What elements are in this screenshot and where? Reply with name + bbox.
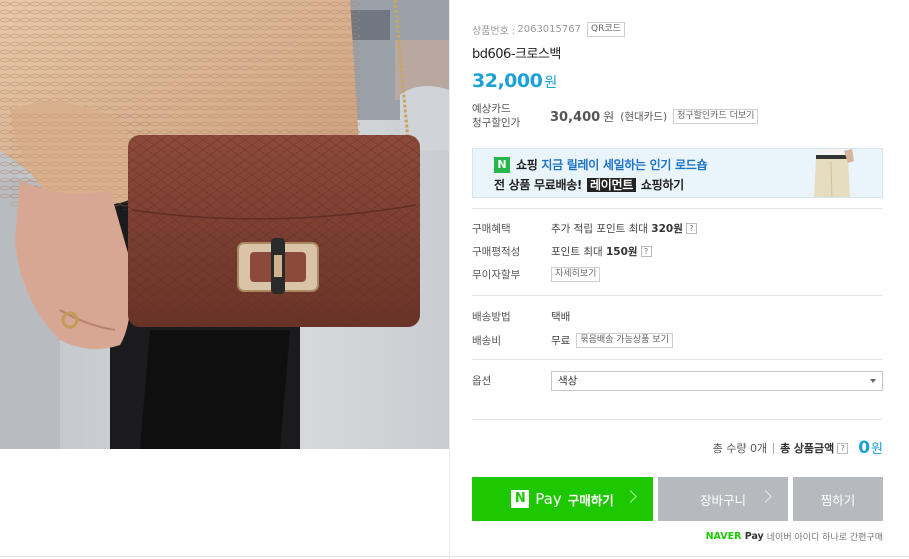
card-discount-label-line1: 예상카드 — [472, 103, 511, 115]
help-icon[interactable]: ? — [837, 442, 849, 454]
card-discount-label: 예상카드 청구할인가 — [472, 102, 550, 130]
total-summary: 총 수량 0개 총 상품금액 ? 0원 — [713, 438, 883, 458]
price-unit: 원 — [544, 75, 557, 91]
card-name: (현대카드) — [620, 110, 668, 123]
option-key: 옵션 — [472, 375, 492, 387]
promo-banner[interactable]: N 쇼핑 지금 릴레이 세일하는 인기 로드숍 전 상품 무료배송! 레이먼트 … — [472, 148, 883, 198]
total-amount-label: 상품금액 — [793, 442, 835, 455]
naver-pay-buy-button[interactable]: N Pay 구매하기 — [472, 477, 653, 521]
naver-pay-n-icon: N — [511, 490, 530, 508]
banner-line2-text: 전 상품 무료배송! — [494, 178, 583, 192]
naver-pay-footer-text: 네이버 아이디 하나로 간편구매 — [766, 533, 883, 543]
installment-detail-button[interactable]: 자세히보기 — [551, 267, 601, 282]
shipping-fee-row: 배송비 무료 묶음배송 가능상품 보기 — [472, 333, 673, 348]
divider — [472, 419, 883, 420]
naver-logo-icon: N — [494, 157, 510, 173]
buy-label: 구매하기 — [567, 492, 614, 508]
banner-line1: 쇼핑 지금 릴레이 세일하는 인기 로드숍 — [516, 156, 708, 173]
total-amount-value: 0 — [858, 438, 871, 458]
shipping-fee-key: 배송비 — [472, 335, 501, 347]
product-number-row: 상품번호 : 2063015767 QR코드 — [472, 22, 625, 37]
option-selected-value: 색상 — [558, 375, 578, 387]
benefit-text: 추가 적립 포인트 최대 — [551, 223, 648, 235]
product-number-label: 상품번호 : — [472, 26, 516, 37]
divider — [472, 208, 883, 209]
shipping-method-key: 배송방법 — [472, 311, 511, 323]
installment-key: 무이자할부 — [472, 269, 521, 281]
help-icon[interactable]: ? — [685, 223, 697, 234]
card-discount-price-value: 30,400 — [550, 109, 601, 125]
total-amount-unit: 원 — [871, 442, 883, 457]
total-qty-label: 총 수량 — [712, 442, 747, 455]
divider — [472, 295, 883, 296]
banner-line2: 전 상품 무료배송! 레이먼트 쇼핑하기 — [494, 176, 684, 193]
banner-brand: 레이먼트 — [587, 178, 636, 192]
shipping-method-value: 택배 — [551, 311, 571, 323]
naver-logo-text: NAVER — [705, 531, 742, 542]
card-discount-label-line2: 청구할인가 — [472, 117, 521, 129]
card-discount-price: 30,400 원 — [550, 108, 614, 125]
benefit-amount: 320원 — [651, 223, 683, 235]
naver-pay-footer: NAVER Pay 네이버 아이디 하나로 간편구매 — [706, 530, 883, 543]
total-qty: 0개 — [749, 442, 768, 455]
installment-row: 무이자할부 자세히보기 — [472, 267, 601, 282]
benefit-amount: 150원 — [605, 246, 638, 258]
total-prefix: 총 — [780, 442, 791, 455]
total-amount: 0원 — [858, 438, 883, 458]
product-image — [0, 0, 449, 449]
card-discount-more-button[interactable]: 청구할인카드 더보기 — [673, 108, 759, 124]
separator — [773, 442, 775, 454]
price-value: 32,000 — [472, 70, 543, 92]
add-to-cart-button[interactable]: 장바구니 — [658, 477, 788, 521]
chevron-right-icon — [759, 490, 772, 503]
shipping-method-row: 배송방법 택배 — [472, 309, 570, 324]
benefit-value: 추가 적립 포인트 최대 320원 — [551, 221, 683, 236]
benefit-text: 포인트 최대 — [551, 246, 603, 258]
panel-divider — [449, 0, 450, 559]
bottom-divider — [0, 556, 909, 557]
naver-pay-logo: NAVER Pay — [706, 531, 764, 542]
shipping-fee-value: 무료 — [551, 335, 571, 347]
benefit-key: 구매평적성 — [472, 246, 521, 258]
card-discount-price-unit: 원 — [603, 109, 615, 124]
benefit-row-review: 구매평적성 포인트 최대 150원 ? — [472, 244, 652, 259]
chevron-right-icon — [624, 490, 637, 503]
qr-code-button[interactable]: QR코드 — [586, 22, 625, 37]
help-icon[interactable]: ? — [640, 246, 652, 257]
banner-highlight: 지금 릴레이 세일하는 인기 로드숍 — [541, 158, 708, 172]
product-number: 2063015767 — [517, 24, 581, 35]
naver-pay-label: Pay — [535, 490, 562, 508]
banner-line2-cta: 쇼핑하기 — [640, 178, 684, 192]
cart-label: 장바구니 — [699, 492, 746, 508]
product-title: bd606-크로스백 — [472, 47, 561, 62]
wishlist-button[interactable]: 찜하기 — [793, 477, 883, 521]
chevron-down-icon — [870, 379, 876, 383]
card-discount-row: 예상카드 청구할인가 30,400 원 (현대카드) 청구할인카드 더보기 — [472, 102, 759, 130]
benefit-value: 포인트 최대 150원 — [551, 244, 638, 259]
option-select[interactable]: 색상 — [551, 371, 883, 391]
divider — [472, 359, 883, 360]
product-price: 32,000 원 — [472, 70, 557, 92]
wish-label: 찜하기 — [820, 492, 856, 508]
benefit-row-points: 구매혜택 추가 적립 포인트 최대 320원 ? — [472, 221, 697, 236]
bundle-shipping-button[interactable]: 묶음배송 가능상품 보기 — [576, 333, 673, 348]
benefit-key: 구매혜택 — [472, 223, 511, 235]
pay-logo-text: Pay — [744, 531, 764, 542]
banner-prefix: 쇼핑 — [516, 158, 538, 172]
option-row: 옵션 — [472, 373, 551, 388]
banner-model-image — [814, 149, 854, 197]
